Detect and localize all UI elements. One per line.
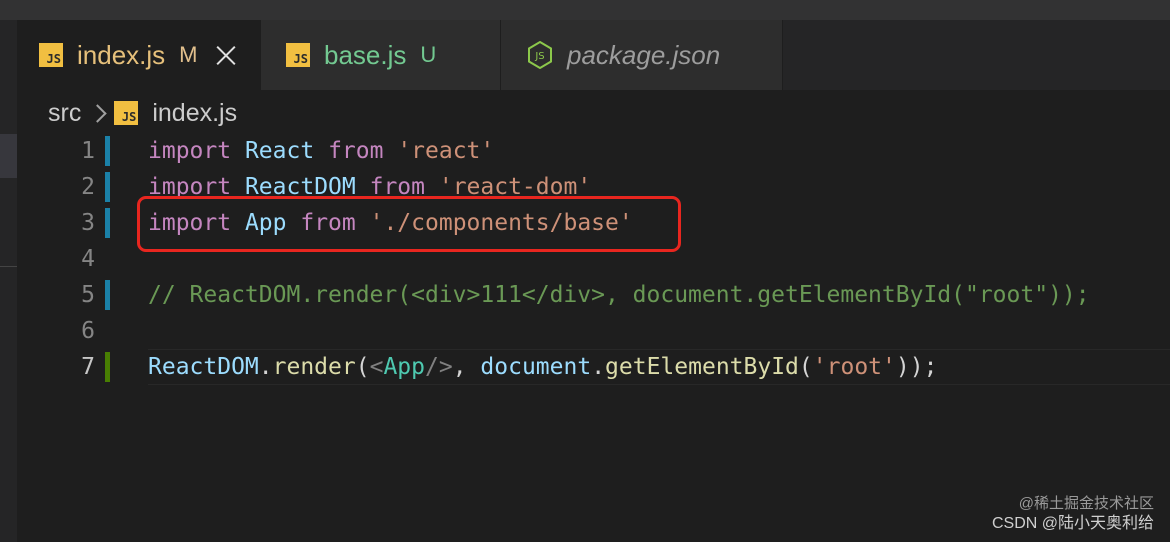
code-line-1[interactable]: 1 import React from 'react' — [17, 133, 1170, 169]
function: render — [272, 354, 356, 380]
added-marker[interactable] — [105, 352, 110, 382]
line-number: 4 — [81, 246, 95, 272]
activity-gutter — [0, 90, 17, 542]
tab-label: base.js — [324, 39, 407, 70]
line-number: 1 — [81, 138, 95, 164]
svg-text:JS: JS — [534, 51, 544, 62]
jsx-tag: App — [383, 354, 425, 380]
breadcrumb-folder[interactable]: src — [48, 99, 81, 128]
code-line-6[interactable]: 6 — [17, 313, 1170, 349]
watermark-line-1: @稀土掘金技术社区 — [1018, 495, 1154, 512]
tab-label: index.js — [77, 39, 166, 70]
tab-label: package.json — [567, 39, 721, 70]
title-bar — [0, 0, 1170, 20]
line-number: 2 — [81, 174, 95, 200]
watermark-line-2: CSDN @陆小天奥利给 — [991, 515, 1154, 532]
identifier: document — [480, 354, 592, 380]
gutter-highlight — [0, 134, 17, 178]
identifier: ReactDOM — [148, 354, 259, 380]
identifier: React — [244, 138, 315, 164]
code-line-5[interactable]: 5 // ReactDOM.render(<div>111</div>, doc… — [17, 277, 1170, 313]
tab-index-js[interactable]: JS index.js M — [17, 20, 261, 90]
line-number: 5 — [81, 282, 95, 308]
tab-package-json[interactable]: JS package.json — [501, 20, 783, 90]
modified-marker[interactable] — [105, 280, 110, 310]
tab-base-js[interactable]: JS base.js U — [261, 20, 501, 90]
comment: // ReactDOM.render(<div>111</div>, docum… — [148, 282, 1090, 308]
code-line-7[interactable]: 7 ReactDOM.render(<App/>, document.getEl… — [17, 349, 1170, 385]
untracked-badge: U — [420, 42, 437, 67]
function: getElementById — [605, 354, 799, 380]
string: 'root' — [812, 354, 896, 380]
watermark: @稀土掘金技术社区 CSDN @陆小天奥利给 — [992, 494, 1154, 534]
line-number: 3 — [81, 210, 95, 236]
close-icon[interactable] — [215, 44, 237, 66]
modified-marker[interactable] — [105, 136, 110, 166]
breadcrumb-file[interactable]: index.js — [152, 99, 237, 128]
string: 'react' — [397, 138, 495, 164]
punctuation: )); — [895, 354, 938, 380]
modified-badge: M — [179, 42, 198, 67]
modified-marker[interactable] — [105, 172, 110, 202]
tab-bar: JS index.js M JS base.js U JS package.js… — [0, 20, 1170, 90]
punctuation: , — [452, 354, 481, 380]
breadcrumb: src JS index.js — [48, 96, 237, 130]
line-number: 6 — [81, 318, 95, 344]
keyword: import — [148, 138, 232, 164]
nodejs-icon: JS — [528, 41, 552, 69]
highlight-box — [137, 196, 681, 252]
js-file-icon: JS — [39, 43, 63, 67]
modified-marker[interactable] — [105, 208, 110, 238]
line-number: 7 — [81, 354, 95, 380]
jsx-bracket: < — [369, 354, 384, 380]
js-file-icon: JS — [114, 101, 139, 125]
gutter-divider — [0, 266, 17, 267]
keyword: from — [328, 138, 384, 164]
chevron-right-icon — [88, 103, 108, 123]
code-editor[interactable]: 1 import React from 'react' 2 import Rea… — [17, 133, 1170, 385]
jsx-bracket: /> — [425, 354, 453, 380]
punctuation: ( — [355, 354, 370, 380]
punctuation: . — [258, 354, 273, 380]
js-file-icon: JS — [286, 43, 310, 67]
punctuation: . — [591, 354, 606, 380]
punctuation: ( — [798, 354, 813, 380]
